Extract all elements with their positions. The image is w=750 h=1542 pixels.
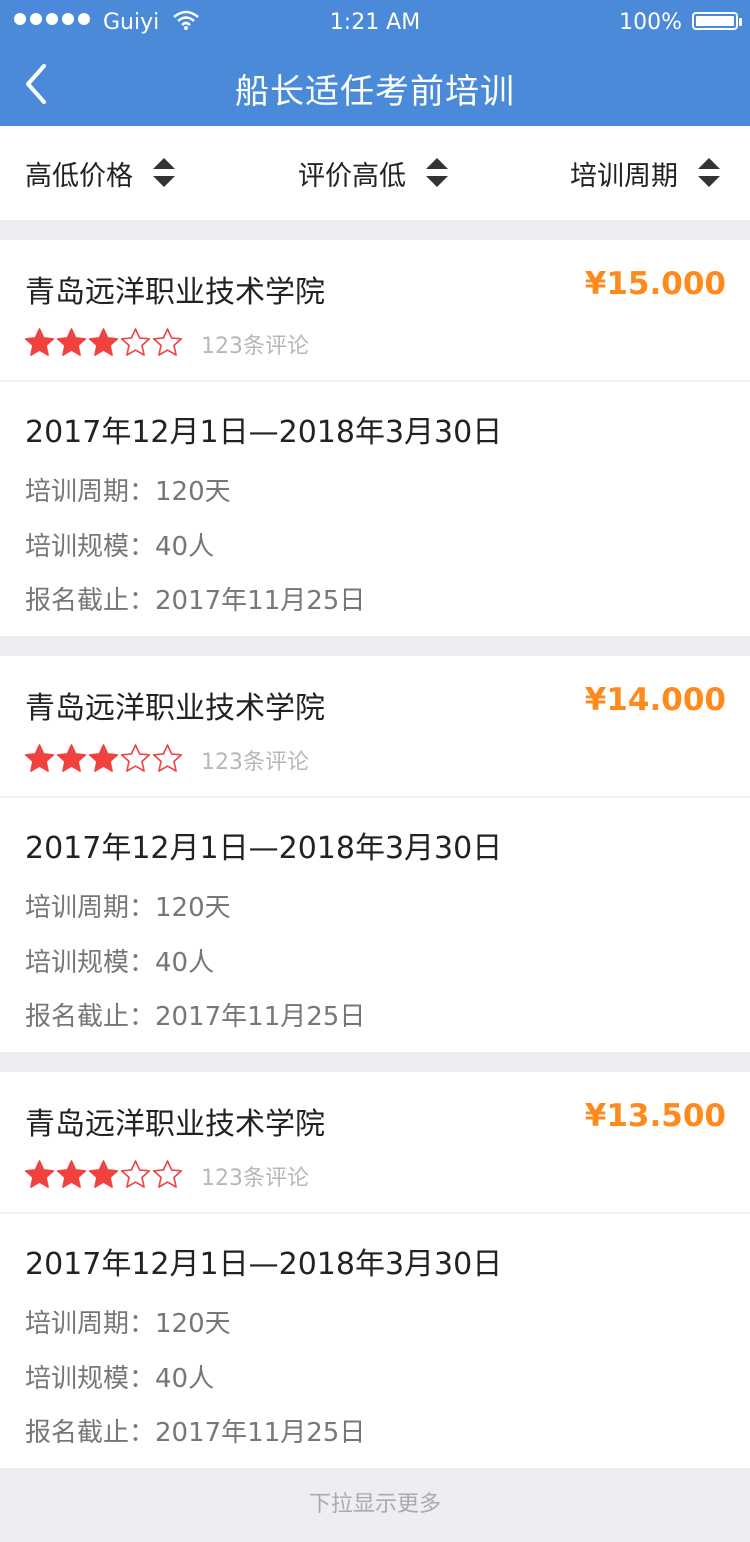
registration-deadline: 报名截止：2017年11月25日	[25, 580, 365, 617]
battery-icon	[692, 12, 742, 30]
info-value: 2017年11月25日	[155, 586, 366, 616]
info-value: 120天	[155, 893, 231, 923]
divider	[0, 796, 750, 798]
star-empty-icon	[120, 328, 151, 356]
school-name: 青岛远洋职业技术学院	[25, 275, 325, 310]
star-filled-icon	[88, 1160, 119, 1188]
divider	[0, 380, 750, 382]
school-name: 青岛远洋职业技术学院	[25, 691, 325, 726]
training-period: 培训周期：120天	[25, 1303, 231, 1340]
course-price: ¥14.000	[584, 682, 726, 718]
sort-arrows-icon	[426, 157, 448, 189]
review-count[interactable]: 123条评论	[201, 1160, 309, 1192]
info-label: 培训规模：	[25, 948, 156, 978]
info-label: 培训规模：	[25, 532, 156, 562]
star-empty-icon	[152, 744, 183, 772]
course-dates: 2017年12月1日—2018年3月30日	[25, 1247, 503, 1282]
info-label: 培训规模：	[25, 1364, 156, 1394]
training-period: 培训周期：120天	[25, 887, 231, 924]
course-dates: 2017年12月1日—2018年3月30日	[25, 831, 503, 866]
info-label: 报名截止：	[25, 586, 156, 616]
nav-bar: 船长适任考前培训	[0, 44, 750, 126]
divider	[0, 1212, 750, 1214]
battery-percent: 100%	[619, 10, 682, 35]
sort-label: 培训周期	[570, 160, 678, 192]
sort-by-rating[interactable]: 评价高低	[298, 155, 448, 192]
info-value: 2017年11月25日	[155, 1002, 366, 1032]
page-title: 船长适任考前培训	[235, 72, 515, 112]
course-card[interactable]: 青岛远洋职业技术学院 ¥13.500 123条评论 2017年12月1日—2018年3…	[0, 1072, 750, 1468]
info-label: 培训周期：	[25, 1309, 156, 1339]
info-value: 40人	[155, 948, 215, 978]
star-filled-icon	[56, 1160, 87, 1188]
star-filled-icon	[56, 328, 87, 356]
info-label: 报名截止：	[25, 1002, 156, 1032]
rating-stars	[24, 1159, 183, 1190]
star-filled-icon	[88, 328, 119, 356]
registration-deadline: 报名截止：2017年11月25日	[25, 1412, 365, 1449]
star-filled-icon	[88, 744, 119, 772]
training-period: 培训周期：120天	[25, 471, 231, 508]
info-value: 40人	[155, 1364, 215, 1394]
load-more-hint: 下拉显示更多	[308, 1492, 441, 1517]
course-price: ¥15.000	[584, 266, 726, 302]
training-scale: 培训规模：40人	[25, 526, 214, 563]
training-scale: 培训规模：40人	[25, 942, 214, 979]
sort-arrows-icon	[153, 157, 175, 189]
sort-filter-bar: 高低价格 评价高低 培训周期	[0, 126, 750, 220]
school-name: 青岛远洋职业技术学院	[25, 1107, 325, 1142]
star-filled-icon	[56, 744, 87, 772]
star-empty-icon	[120, 1160, 151, 1188]
rating-stars	[24, 327, 183, 358]
info-value: 40人	[155, 532, 215, 562]
course-price: ¥13.500	[584, 1098, 726, 1134]
sort-by-period[interactable]: 培训周期	[570, 155, 720, 192]
star-filled-icon	[24, 1160, 55, 1188]
header: Guiyi 1:21 AM 100% 船长适任考前培训	[0, 0, 750, 126]
sort-label: 评价高低	[298, 160, 406, 192]
review-count[interactable]: 123条评论	[201, 744, 309, 776]
training-scale: 培训规模：40人	[25, 1358, 214, 1395]
info-label: 培训周期：	[25, 477, 156, 507]
sort-arrows-icon	[698, 157, 720, 189]
info-value: 120天	[155, 477, 231, 507]
rating-stars	[24, 743, 183, 774]
registration-deadline: 报名截止：2017年11月25日	[25, 996, 365, 1033]
sort-by-price[interactable]: 高低价格	[25, 155, 175, 192]
star-empty-icon	[120, 744, 151, 772]
star-filled-icon	[24, 744, 55, 772]
status-bar: Guiyi 1:21 AM 100%	[0, 0, 750, 44]
star-empty-icon	[152, 1160, 183, 1188]
info-label: 报名截止：	[25, 1418, 156, 1448]
star-empty-icon	[152, 328, 183, 356]
course-card[interactable]: 青岛远洋职业技术学院 ¥14.000 123条评论 2017年12月1日—2018年3…	[0, 656, 750, 1052]
sort-label: 高低价格	[25, 160, 133, 192]
star-filled-icon	[24, 328, 55, 356]
info-value: 120天	[155, 1309, 231, 1339]
course-card[interactable]: 青岛远洋职业技术学院 ¥15.000 123条评论 2017年12月1日—2018年3…	[0, 240, 750, 636]
info-label: 培训周期：	[25, 893, 156, 923]
review-count[interactable]: 123条评论	[201, 328, 309, 360]
info-value: 2017年11月25日	[155, 1418, 366, 1448]
course-dates: 2017年12月1日—2018年3月30日	[25, 415, 503, 450]
